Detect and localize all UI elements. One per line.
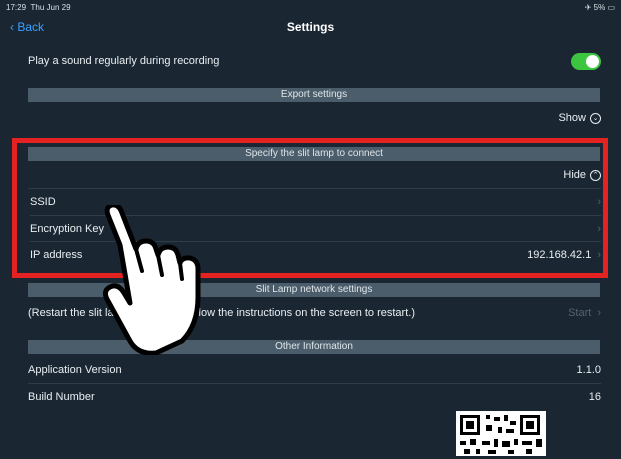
pointing-hand-icon xyxy=(90,202,220,358)
status-time-date: 17:29 Thu Jun 29 xyxy=(6,3,71,12)
sound-row: Play a sound regularly during recording xyxy=(28,48,601,74)
chevron-right-icon: › xyxy=(597,307,601,319)
app-version-row: Application Version 1.1.0 xyxy=(28,357,601,383)
build-number-label: Build Number xyxy=(28,391,95,403)
export-settings-header: Export settings xyxy=(28,88,600,102)
restart-instructions: (Restart the slit la etting. Follow the … xyxy=(28,307,415,319)
sound-label: Play a sound regularly during recording xyxy=(28,55,220,67)
battery-icon: ▭ xyxy=(607,3,615,12)
page-title: Settings xyxy=(286,20,335,34)
export-show-row[interactable]: Show ⌄ xyxy=(28,105,601,131)
build-number-value: 16 xyxy=(588,391,601,403)
sound-toggle[interactable] xyxy=(571,52,601,70)
app-version-value: 1.1.0 xyxy=(576,364,601,376)
status-battery: ✈ 5% ▭ xyxy=(584,3,615,12)
app-version-label: Application Version xyxy=(28,364,122,376)
airplane-icon: ✈ xyxy=(584,3,592,12)
start-button[interactable]: Start xyxy=(568,307,591,319)
qr-code xyxy=(456,411,546,456)
chevron-down-circle-icon: ⌄ xyxy=(590,112,601,124)
show-label: Show xyxy=(558,112,586,124)
build-number-row: Build Number 16 xyxy=(28,384,601,410)
